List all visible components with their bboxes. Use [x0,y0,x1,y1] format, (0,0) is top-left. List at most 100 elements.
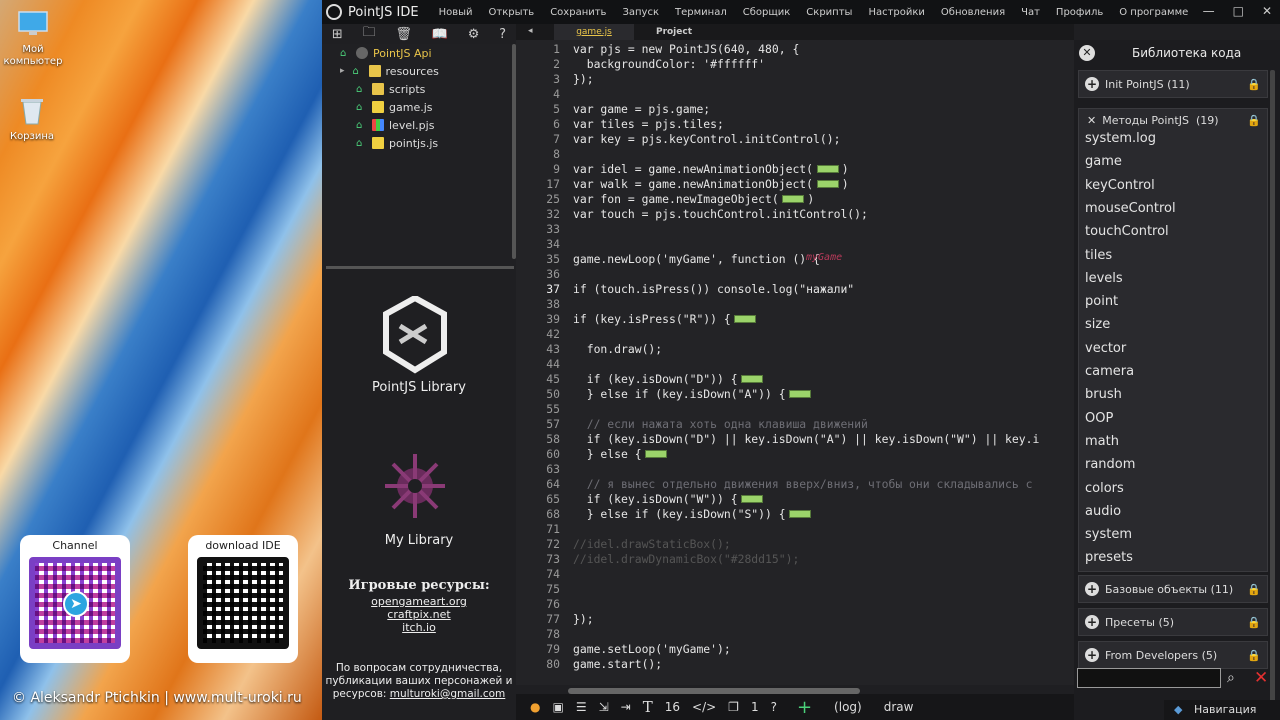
close-icon[interactable]: ✕ [1079,45,1095,61]
menu-terminal[interactable]: Терминал [667,7,735,18]
method-item[interactable]: audio [1085,504,1121,519]
method-item[interactable]: touchControl [1085,224,1169,239]
menu-open[interactable]: Открыть [481,7,543,18]
menu-save[interactable]: Сохранить [542,7,614,18]
navigation-button[interactable]: Навигация [1194,703,1256,716]
method-item[interactable]: mouseControl [1085,201,1176,216]
indent-icon[interactable]: ⇥ [621,700,631,714]
tree-item-level-pjs[interactable]: ⌂ level.pjs [356,116,434,134]
tabs-back-icon[interactable]: ◂ [528,26,533,36]
method-item[interactable]: math [1085,434,1119,449]
method-item[interactable]: colors [1085,481,1124,496]
sliders-icon[interactable]: ☰ [576,700,587,714]
help-icon[interactable]: ? [771,700,777,714]
fold-marker[interactable] [734,315,757,323]
code-editor[interactable]: 1 var pjs = new PointJS(640, 480, {2 back… [516,40,1074,685]
pointjs-logo-icon[interactable] [382,296,448,374]
contact-email[interactable]: multuroki@gmail.com [390,688,506,700]
clear-search-icon[interactable]: ✕ [1254,668,1268,688]
book-icon[interactable]: 📖 [432,27,448,42]
menu-scripts[interactable]: Скрипты [798,7,860,18]
tree-item-game-js[interactable]: ⌂ game.js [356,98,433,116]
minimize-button[interactable]: — [1203,4,1215,18]
fold-marker[interactable] [816,180,839,188]
pane-splitter[interactable] [326,266,514,269]
category-init-pointjs[interactable]: + Init PointJS (11) 🔒 [1078,70,1268,98]
help-icon[interactable]: ? [499,27,506,42]
delete-icon[interactable]: 🗑 [395,27,412,42]
log-button[interactable]: (log) [834,700,862,714]
method-item[interactable]: system [1085,527,1132,542]
preview-icon[interactable]: ▣ [552,700,563,714]
method-item[interactable]: random [1085,457,1135,472]
desktop-icon-computer[interactable]: Мой компьютер [0,8,68,68]
method-item[interactable]: game [1085,154,1122,169]
fold-marker[interactable] [789,390,812,398]
tree-item-scripts[interactable]: ⌂ scripts [356,80,425,98]
method-item[interactable]: camera [1085,364,1134,379]
tree-item-resources[interactable]: ▸ ⌂ resources [340,62,439,80]
method-item[interactable]: presets [1085,550,1133,565]
tree-root[interactable]: ⌂ PointJS Api [340,44,432,62]
open-folder-icon[interactable]: 🗀 [363,23,376,45]
category-presets[interactable]: + Пресеты (5) 🔒 [1078,608,1268,636]
fold-marker[interactable] [741,495,764,503]
code-line: game.setLoop('myGame'); [573,642,731,656]
tab-game-js[interactable]: game.js [554,24,634,40]
fold-marker[interactable] [782,195,805,203]
method-item[interactable]: brush [1085,387,1122,402]
maximize-button[interactable]: □ [1233,4,1244,18]
method-item[interactable]: point [1085,294,1118,309]
fold-marker[interactable] [644,450,667,458]
link-itch[interactable]: itch.io [322,621,516,634]
log-icon[interactable]: ⇲ [599,700,609,714]
method-item[interactable]: size [1085,317,1110,332]
qr-channel: Channel ➤ [20,535,130,663]
gear-icon[interactable]: ⚙ [468,27,480,42]
menu-builder[interactable]: Сборщик [735,7,799,18]
menu-about[interactable]: О программе [1111,7,1196,18]
tree-item-pointjs-js[interactable]: ⌂ pointjs.js [356,134,438,152]
add-icon[interactable]: + [797,697,812,718]
menu-chat[interactable]: Чат [1013,7,1048,18]
menu-updates[interactable]: Обновления [933,7,1013,18]
method-item[interactable]: keyControl [1085,178,1155,193]
code-icon[interactable]: </> [692,700,716,714]
my-library-icon[interactable] [382,450,448,522]
desktop-icon-recycle-bin[interactable]: Корзина [0,95,67,143]
theme-icon[interactable]: ● [530,700,540,714]
fold-marker[interactable] [816,165,839,173]
menu-settings[interactable]: Настройки [860,7,932,18]
menu-new[interactable]: Новый [431,7,481,18]
search-icon[interactable]: ⌕ [1227,670,1235,686]
menu-run[interactable]: Запуск [614,7,667,18]
code-search-input[interactable] [1077,668,1221,688]
category-base-objects[interactable]: + Базовые объекты (11) 🔒 [1078,575,1268,603]
menu-profile[interactable]: Профиль [1048,7,1111,18]
fold-marker[interactable] [789,510,812,518]
close-button[interactable]: ✕ [1262,4,1272,18]
tab-project[interactable]: Project [634,24,714,40]
methods-header[interactable]: ✕ Методы PointJS (19) 🔒 [1079,109,1267,131]
telegram-icon: ➤ [63,591,89,617]
lock-icon: ⌂ [356,83,363,95]
user-icon[interactable]: ◆ [1174,703,1182,716]
method-item[interactable]: vector [1085,341,1126,356]
panel-scrollbar[interactable] [1270,70,1275,706]
line-number: 79 [546,642,560,656]
method-item[interactable]: OOP [1085,411,1113,426]
fold-marker[interactable] [741,375,764,383]
link-opengameart[interactable]: opengameart.org [322,595,516,608]
font-size-icon[interactable]: T [643,698,653,716]
link-craftpix[interactable]: craftpix.net [322,608,516,621]
new-file-icon[interactable]: ⊞ [332,27,343,42]
category-from-developers[interactable]: + From Developers (5) 🔒 [1078,641,1268,669]
draw-button[interactable]: draw [884,700,914,714]
method-item[interactable]: levels [1085,271,1123,286]
copy-icon[interactable]: ❐ [728,700,739,714]
method-item[interactable]: system.log [1085,131,1156,146]
method-item[interactable]: tiles [1085,248,1112,263]
pointjs-library-label[interactable]: PointJS Library [322,380,516,395]
tab-size-value: 1 [750,700,759,714]
my-library-label[interactable]: My Library [322,533,516,548]
